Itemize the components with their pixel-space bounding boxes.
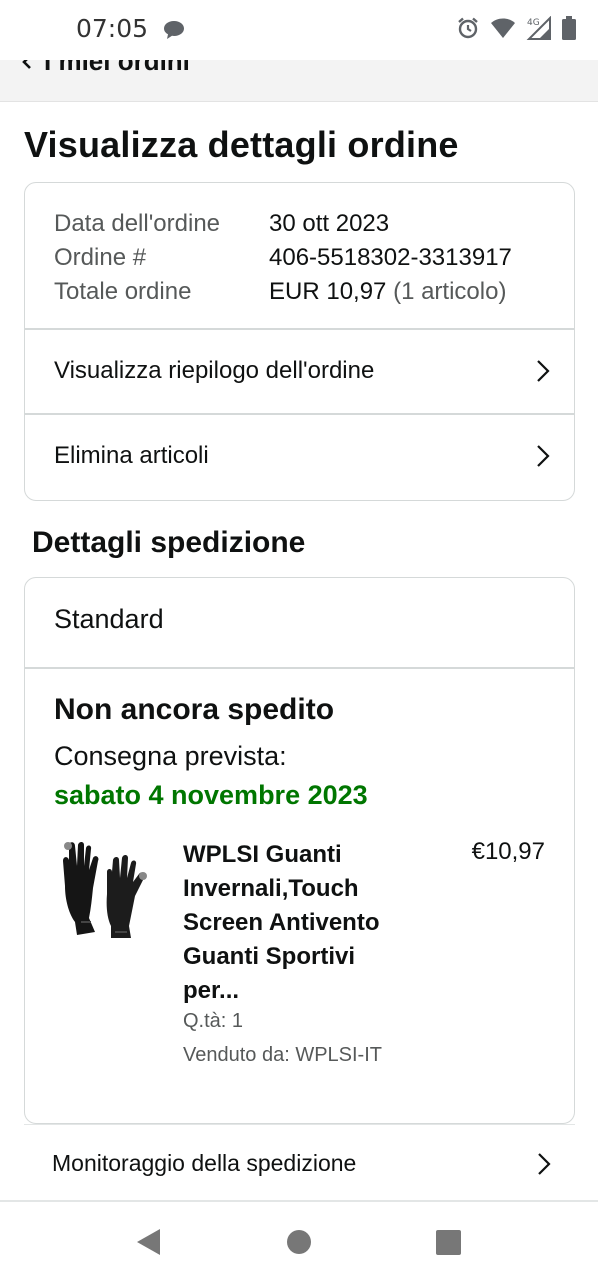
order-summary-link[interactable]: Visualizza riepilogo dell'ordine bbox=[25, 329, 574, 413]
gloves-image[interactable] bbox=[55, 836, 155, 941]
home-circle-icon[interactable] bbox=[286, 1229, 312, 1255]
battery-icon bbox=[562, 16, 576, 40]
order-total-label: Totale ordine bbox=[54, 278, 192, 305]
tracking-link[interactable]: Monitoraggio della spedizione bbox=[24, 1124, 575, 1202]
back-link-label: I miei ordini bbox=[44, 60, 190, 76]
product-seller: Venduto da: WPLSI-IT bbox=[183, 1044, 382, 1066]
chevron-left-icon bbox=[22, 60, 31, 69]
network-4g-icon: 4G bbox=[526, 16, 551, 40]
product-title-line: Invernali,Touch bbox=[183, 875, 359, 902]
shipping-section-title: Dettagli spedizione bbox=[32, 526, 306, 559]
product-price: €10,97 bbox=[471, 838, 545, 865]
status-time: 07:05 bbox=[76, 14, 149, 43]
order-total-amount: EUR 10,97 bbox=[269, 278, 387, 305]
right-glove-shape bbox=[106, 855, 147, 938]
order-info: Data dell'ordine 30 ott 2023 Ordine # 40… bbox=[54, 207, 512, 309]
order-number-label: Ordine # bbox=[54, 244, 147, 271]
order-info-card: Data dell'ordine 30 ott 2023 Ordine # 40… bbox=[24, 182, 575, 501]
back-to-orders-link[interactable]: I miei ordini bbox=[20, 60, 190, 77]
order-number-value: 406-5518302-3313917 bbox=[269, 244, 512, 271]
shipping-method: Standard bbox=[54, 604, 164, 634]
wifi-icon bbox=[491, 18, 515, 38]
product-title[interactable]: WPLSI Guanti Invernali,Touch Screen Anti… bbox=[183, 838, 413, 1008]
delete-items-label: Elimina articoli bbox=[54, 442, 209, 469]
network-label: 4G bbox=[527, 18, 540, 28]
chevron-right-icon bbox=[537, 360, 550, 382]
delivery-label: Consegna prevista: bbox=[54, 741, 287, 771]
order-number-row: Ordine # 406-5518302-3313917 bbox=[54, 241, 512, 275]
order-total-row: Totale ordine EUR 10,97 (1 articolo) bbox=[54, 275, 512, 309]
order-date-value: 30 ott 2023 bbox=[269, 210, 390, 237]
android-nav-bar bbox=[0, 1202, 598, 1280]
product-title-line: WPLSI Guanti bbox=[183, 841, 342, 868]
delivery-date: sabato 4 novembre 2023 bbox=[54, 780, 368, 810]
product-title-line: Guanti Sportivi bbox=[183, 943, 356, 970]
status-bar: 07:05 4G bbox=[0, 0, 598, 60]
tracking-link-label: Monitoraggio della spedizione bbox=[52, 1150, 357, 1176]
recents-square-icon[interactable] bbox=[436, 1230, 462, 1255]
product-quantity: Q.tà: 1 bbox=[183, 1010, 244, 1032]
alarm-icon bbox=[458, 17, 478, 39]
product-title-line: per... bbox=[183, 977, 240, 1004]
chevron-right-icon bbox=[537, 445, 550, 467]
order-summary-label: Visualizza riepilogo dell'ordine bbox=[54, 357, 375, 384]
product-title-line: Screen Antivento bbox=[183, 909, 380, 936]
chevron-right-icon bbox=[538, 1152, 551, 1175]
delete-items-link[interactable]: Elimina articoli bbox=[25, 414, 574, 498]
left-glove-shape bbox=[63, 842, 99, 935]
order-total-value: EUR 10,97 (1 articolo) bbox=[269, 275, 506, 309]
page-title: Visualizza dettagli ordine bbox=[24, 124, 459, 165]
back-triangle-icon[interactable] bbox=[136, 1228, 162, 1256]
shipment-card: Standard Non ancora spedito Consegna pre… bbox=[24, 577, 575, 1124]
shipment-status: Non ancora spedito bbox=[54, 693, 335, 726]
order-date-row: Data dell'ordine 30 ott 2023 bbox=[54, 207, 512, 241]
chat-bubble-icon bbox=[164, 21, 184, 39]
divider bbox=[25, 667, 574, 669]
order-item-count: (1 articolo) bbox=[393, 278, 507, 305]
top-nav: I miei ordini bbox=[0, 60, 598, 102]
order-date-label: Data dell'ordine bbox=[54, 210, 221, 237]
status-icons: 4G bbox=[456, 16, 576, 40]
